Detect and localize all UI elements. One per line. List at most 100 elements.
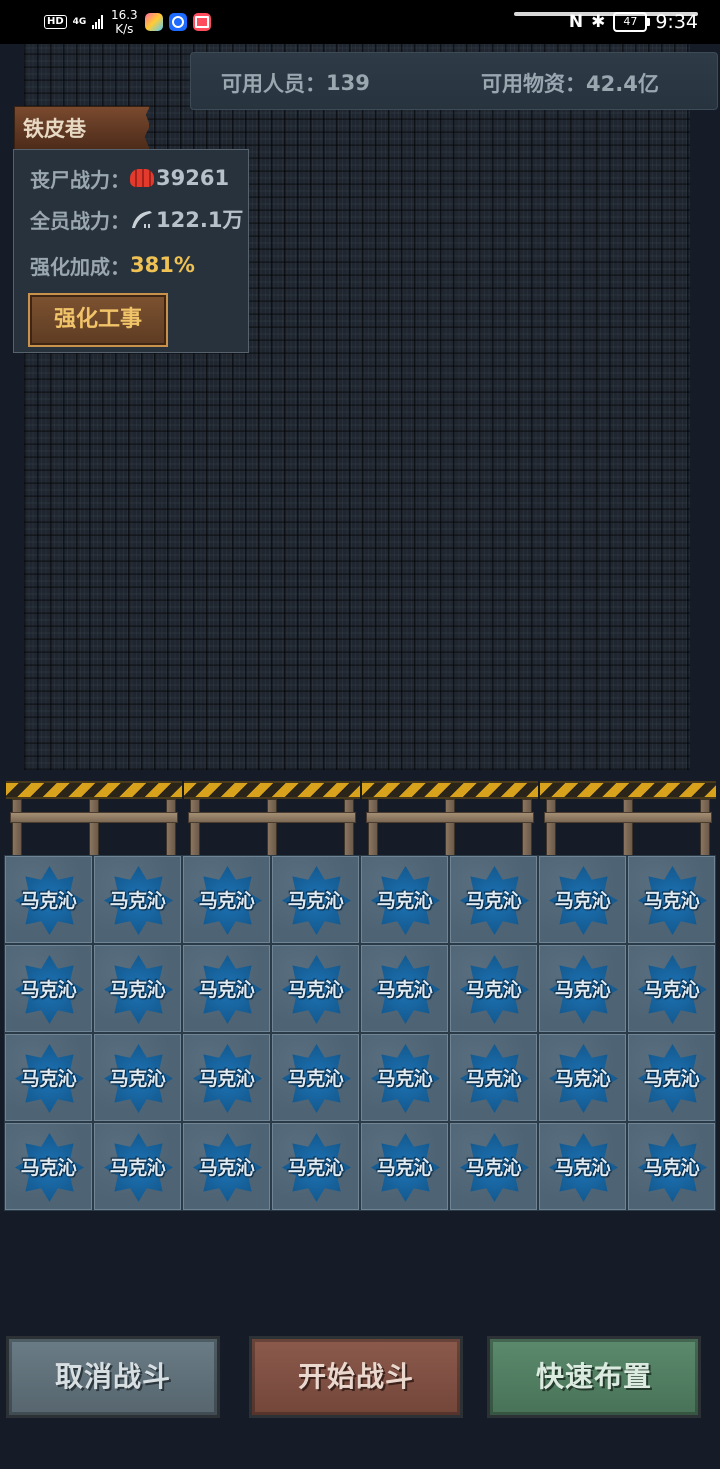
nfc-icon: N [568,12,584,32]
team-power-label: 全员战力： [30,208,130,233]
speed-unit: K/s [115,22,134,36]
unit-slot[interactable]: 马克沁 [182,1122,271,1211]
unit-slot[interactable]: 马克沁 [93,944,182,1033]
unit-name: 马克沁 [20,1157,77,1179]
status-bar: HD 4G 16.3 K/s N ✱ 47 9:34 [0,0,720,44]
unit-name: 马克沁 [109,890,166,912]
people-value: 139 [326,71,370,95]
barricade [540,778,716,856]
unit-slot[interactable]: 马克沁 [4,1122,93,1211]
unit-slot[interactable]: 马克沁 [4,944,93,1033]
unit-name: 马克沁 [20,979,77,1001]
status-right: N ✱ 47 9:34 [569,6,698,38]
unit-slot[interactable]: 马克沁 [182,944,271,1033]
tips-app-icon [169,13,188,31]
unit-slot[interactable]: 马克沁 [627,855,716,944]
unit-slot[interactable]: 马克沁 [538,1122,627,1211]
team-power-row: 全员战力： 122.1万 [30,205,243,233]
battery-icon: 47 [613,12,651,32]
enhance-fortification-button[interactable]: 强化工事 [28,293,168,347]
zombie-power-row: 丧尸战力： 39261 [30,164,229,192]
available-people: 可用人员： 139 [221,68,370,98]
signal-icon [92,15,104,29]
unit-name: 马克沁 [376,1068,433,1090]
unit-name: 马克沁 [465,979,522,1001]
zombie-power-label: 丧尸战力： [30,167,130,192]
start-battle-button[interactable]: 开始战斗 [249,1336,463,1418]
unit-slot[interactable]: 马克沁 [271,855,360,944]
unit-slot[interactable]: 马克沁 [360,855,449,944]
reader-app-icon [193,13,212,31]
unit-name: 马克沁 [376,890,433,912]
barricade [6,778,182,856]
unit-slot[interactable]: 马克沁 [627,1122,716,1211]
unit-slot[interactable]: 马克沁 [360,944,449,1033]
status-left: HD 4G 16.3 K/s [44,6,212,38]
unit-slot[interactable]: 马克沁 [449,944,538,1033]
unit-slot[interactable]: 马克沁 [360,1033,449,1122]
unit-name: 马克沁 [109,979,166,1001]
zombie-power-value: 39261 [156,166,230,190]
unit-name: 马克沁 [465,1068,522,1090]
battle-info-panel: 丧尸战力： 39261 全员战力： 122.1万 强化加成： 381% 强化工事 [13,149,249,353]
unit-name: 马克沁 [554,979,611,1001]
unit-name: 马克沁 [20,890,77,912]
unit-slot[interactable]: 马克沁 [449,855,538,944]
unit-name: 马克沁 [198,1068,255,1090]
unit-name: 马克沁 [287,1068,344,1090]
unit-slot[interactable]: 马克沁 [93,1033,182,1122]
unit-slot[interactable]: 马克沁 [627,944,716,1033]
unit-name: 马克沁 [554,890,611,912]
unit-slot[interactable]: 马克沁 [360,1122,449,1211]
unit-slot[interactable]: 马克沁 [538,944,627,1033]
unit-deployment-grid: 马克沁 马克沁 马克沁 马克沁 马克沁 马克沁 马克沁 马克沁 马克沁 马克沁 马克沁 马克沁 马克沁马… [4,855,716,1211]
barricade [362,778,538,856]
unit-name: 马克沁 [109,1068,166,1090]
unit-slot[interactable]: 马克沁 [4,855,93,944]
unit-name: 马克沁 [109,1157,166,1179]
unit-slot[interactable]: 马克沁 [538,1033,627,1122]
unit-slot[interactable]: 马克沁 [93,855,182,944]
barricade-row [6,778,716,856]
unit-slot[interactable]: 马克沁 [4,1033,93,1122]
goods-label: 可用物资： [481,72,586,96]
speed-value: 16.3 [110,8,138,22]
cancel-battle-button[interactable]: 取消战斗 [6,1336,220,1418]
unit-slot[interactable]: 马克沁 [93,1122,182,1211]
unit-name: 马克沁 [554,1157,611,1179]
quick-deploy-button[interactable]: 快速布置 [487,1336,701,1418]
bluetooth-icon: ✱ [591,12,606,32]
enhance-bonus-row: 强化加成： 381% [30,251,195,279]
unit-slot[interactable]: 马克沁 [449,1122,538,1211]
unit-name: 马克沁 [643,890,700,912]
unit-name: 马克沁 [287,890,344,912]
unit-name: 马克沁 [465,890,522,912]
unit-slot[interactable]: 马克沁 [271,1122,360,1211]
unit-name: 马克沁 [198,1157,255,1179]
gallery-app-icon [145,13,164,31]
unit-name: 马克沁 [465,1157,522,1179]
unit-name: 马克沁 [376,1157,433,1179]
unit-slot[interactable]: 马克沁 [627,1033,716,1122]
enhance-bonus-value: 381% [130,253,195,277]
unit-name: 马克沁 [198,979,255,1001]
hd-badge: HD [44,15,67,29]
available-goods: 可用物资： 42.4亿 [481,68,659,98]
unit-name: 马克沁 [376,979,433,1001]
unit-name: 马克沁 [287,1157,344,1179]
enhance-bonus-label: 强化加成： [30,254,130,279]
unit-name: 马克沁 [643,1068,700,1090]
unit-slot[interactable]: 马克沁 [182,855,271,944]
unit-name: 马克沁 [198,890,255,912]
unit-slot[interactable]: 马克沁 [271,944,360,1033]
unit-slot[interactable]: 马克沁 [271,1033,360,1122]
unit-slot[interactable]: 马克沁 [182,1033,271,1122]
unit-name: 马克沁 [20,1068,77,1090]
unit-slot[interactable]: 马克沁 [538,855,627,944]
unit-slot[interactable]: 马克沁 [449,1033,538,1122]
barricade [184,778,360,856]
gun-icon [132,211,152,228]
area-name-tag: 铁皮巷 [14,106,150,150]
unit-name: 马克沁 [643,979,700,1001]
resources-bar: 可用人员： 139 可用物资： 42.4亿 [190,52,718,110]
